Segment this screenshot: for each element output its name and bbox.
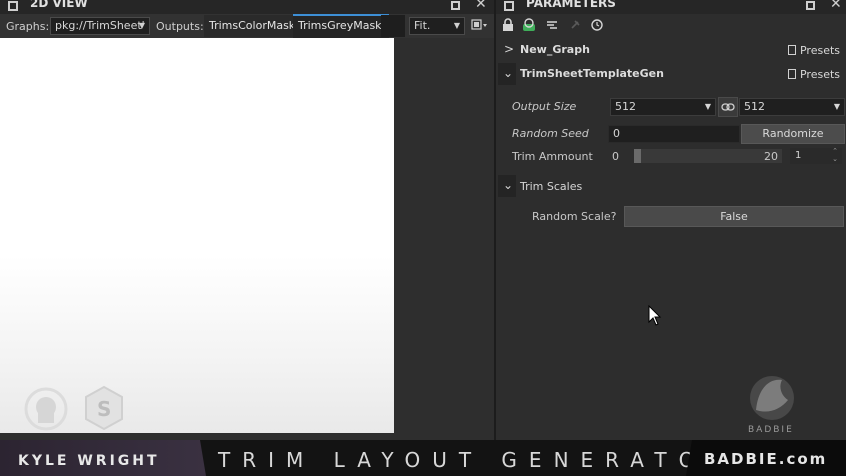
video-title: TRIM LAYOUT GENERATOR — [218, 448, 733, 472]
tab-trims-color-mask[interactable]: TrimsColorMask — [204, 15, 301, 37]
view-2d-title: 2D VIEW — [30, 0, 88, 10]
presets-button[interactable]: Presets — [787, 68, 840, 81]
tab-overflow — [381, 15, 405, 37]
float-window-icon[interactable] — [806, 1, 815, 10]
view-2d-panel: 2D VIEW ✕ Graphs: pkg://TrimSheet' ▼ Out… — [0, 0, 494, 440]
section-trim-sheet-template-gen[interactable]: ⌄ TrimSheetTemplateGen Presets — [496, 62, 846, 86]
mouse-cursor-icon — [648, 305, 662, 326]
chevron-down-icon: ▼ — [138, 21, 145, 30]
pin-icon[interactable] — [569, 19, 581, 31]
badbie-logo-icon: BADBIE — [748, 376, 794, 435]
chevron-down-icon: ▼ — [704, 102, 711, 111]
author-name: KYLE WRIGHT — [18, 453, 160, 469]
chevron-down-icon: ▼ — [453, 21, 460, 30]
section-trim-scales[interactable]: ⌄ Trim Scales — [496, 174, 846, 198]
link-icon — [721, 103, 735, 111]
trim-amount-max: 20 — [764, 150, 778, 163]
view-icon[interactable] — [522, 18, 536, 32]
chevron-right-icon: > — [504, 42, 515, 56]
doc-icon — [787, 45, 796, 55]
output-size-label: Output Size — [512, 100, 577, 113]
random-scale-label: Random Scale? — [532, 210, 617, 223]
spin-arrows-icon: ⌃ ⌄ — [832, 147, 838, 163]
trim-amount-slider[interactable] — [634, 149, 782, 163]
section-new-graph[interactable]: > New_Graph Presets — [496, 38, 846, 62]
trim-amount-value: 1 — [795, 150, 802, 161]
outputs-label: Outputs: — [156, 20, 204, 33]
brand-url: BADBIE.com — [704, 450, 828, 468]
output-width-dropdown[interactable]: 512 ▼ — [610, 98, 716, 116]
presets-label: Presets — [799, 44, 840, 57]
random-seed-label: Random Seed — [512, 127, 589, 140]
link-button[interactable] — [718, 97, 738, 117]
randomize-button[interactable]: Randomize — [741, 124, 845, 144]
graphs-label: Graphs: — [6, 20, 50, 33]
random-seed-field[interactable]: 0 — [608, 125, 740, 143]
parameters-panel: PARAMETERS ✕ > New_Graph Presets ⌄ TrimS… — [494, 0, 846, 440]
graphs-dropdown[interactable]: pkg://TrimSheet' ▼ — [50, 17, 150, 35]
window-icon — [504, 1, 514, 11]
output-width-value: 512 — [615, 100, 636, 113]
output-height-value: 512 — [744, 100, 765, 113]
view-2d-titlebar: 2D VIEW ✕ — [0, 0, 494, 14]
graphs-dropdown-value: pkg://TrimSheet' — [55, 19, 145, 32]
view-options-icon[interactable] — [471, 19, 489, 33]
new-graph-name: New_Graph — [520, 43, 590, 56]
sort-icon[interactable] — [545, 19, 559, 31]
view-2d-toolbar: Graphs: pkg://TrimSheet' ▼ Outputs: Trim… — [0, 14, 494, 38]
trim-amount-label: Trim Ammount — [512, 150, 593, 163]
chevron-down-icon: ⌄ — [503, 66, 514, 80]
fit-dropdown-value: Fit. — [414, 19, 431, 32]
parameters-title: PARAMETERS — [526, 0, 616, 10]
reset-icon[interactable] — [590, 18, 604, 32]
texture-preview-canvas[interactable]: S — [0, 38, 394, 433]
chevron-down-icon: ▼ — [833, 102, 840, 111]
trim-amount-spinbox[interactable]: 1 ⌃ ⌄ — [790, 147, 842, 164]
output-height-dropdown[interactable]: 512 ▼ — [739, 98, 845, 116]
trim-gen-name: TrimSheetTemplateGen — [520, 67, 664, 80]
parameters-titlebar: PARAMETERS ✕ — [496, 0, 846, 14]
trim-scales-name: Trim Scales — [520, 180, 583, 193]
presets-button[interactable]: Presets — [787, 44, 840, 57]
trim-amount-slider-thumb[interactable] — [634, 149, 641, 163]
watermark-logos: S — [24, 385, 123, 431]
random-seed-value: 0 — [613, 127, 620, 140]
svg-text:S: S — [97, 397, 111, 421]
badbie-logo-text: BADBIE — [748, 425, 794, 435]
close-icon[interactable]: ✕ — [475, 0, 487, 11]
chevron-down-icon: ⌄ — [503, 178, 514, 192]
close-icon[interactable]: ✕ — [830, 0, 842, 11]
video-banner: KYLE WRIGHT TRIM LAYOUT GENERATOR BADBIE… — [0, 440, 846, 476]
float-window-icon[interactable] — [451, 1, 460, 10]
random-scale-toggle[interactable]: False — [624, 206, 844, 227]
tab-trims-grey-mask[interactable]: TrimsGreyMask — [293, 14, 389, 38]
presets-label: Presets — [799, 68, 840, 81]
doc-icon — [787, 69, 796, 79]
fit-dropdown[interactable]: Fit. ▼ — [409, 17, 465, 35]
lock-icon[interactable] — [502, 18, 514, 32]
window-icon — [8, 1, 18, 11]
trim-amount-min: 0 — [612, 150, 619, 163]
